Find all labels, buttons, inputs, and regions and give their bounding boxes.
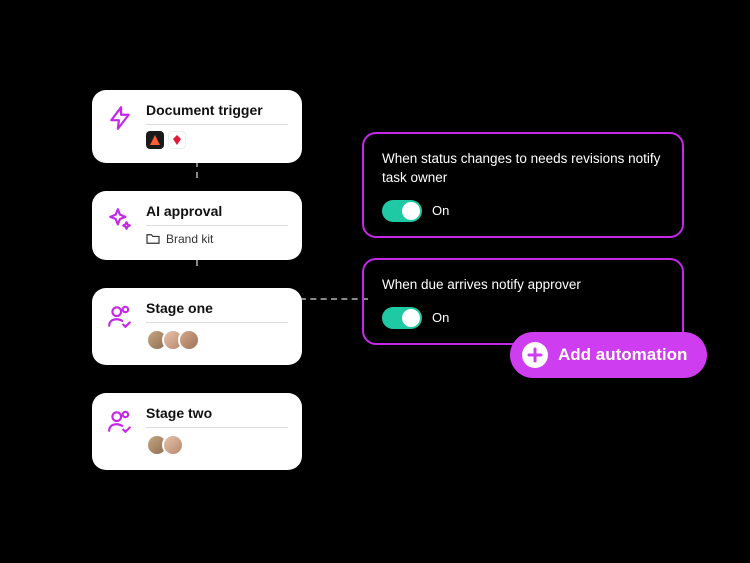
plus-icon <box>522 342 548 368</box>
toggle-label: On <box>432 310 449 325</box>
stage-card-stage-one[interactable]: Stage one <box>92 288 302 365</box>
toggle-knob <box>402 309 420 327</box>
app-badges <box>146 131 186 149</box>
folder-icon <box>146 233 160 245</box>
avatar <box>178 329 200 351</box>
connector-horizontal <box>300 298 368 300</box>
toggle-switch[interactable] <box>382 307 422 329</box>
add-automation-label: Add automation <box>558 345 687 365</box>
stage-title: AI approval <box>146 203 288 226</box>
stage-column: Document trigger AI approval <box>92 90 302 498</box>
stage-card-stage-two[interactable]: Stage two <box>92 393 302 470</box>
app-badge-icon <box>146 131 164 149</box>
lightning-icon <box>106 104 134 132</box>
add-automation-button[interactable]: Add automation <box>510 332 707 378</box>
avatar-stack <box>146 434 184 456</box>
toggle-knob <box>402 202 420 220</box>
stage-card-ai-approval[interactable]: AI approval Brand kit <box>92 191 302 260</box>
user-check-icon <box>106 407 134 435</box>
stage-card-document-trigger[interactable]: Document trigger <box>92 90 302 163</box>
sparkle-icon <box>106 205 134 233</box>
automation-rule-text: When status changes to needs revisions n… <box>382 150 664 188</box>
automation-rule-text: When due arrives notify approver <box>382 276 664 295</box>
stage-meta-label: Brand kit <box>166 232 213 246</box>
stage-title: Document trigger <box>146 102 288 125</box>
toggle-switch[interactable] <box>382 200 422 222</box>
automation-card[interactable]: When status changes to needs revisions n… <box>362 132 684 238</box>
avatar <box>162 434 184 456</box>
avatar-stack <box>146 329 200 351</box>
stage-title: Stage two <box>146 405 288 428</box>
toggle-label: On <box>432 203 449 218</box>
app-badge-icon <box>168 131 186 149</box>
stage-title: Stage one <box>146 300 288 323</box>
user-check-icon <box>106 302 134 330</box>
